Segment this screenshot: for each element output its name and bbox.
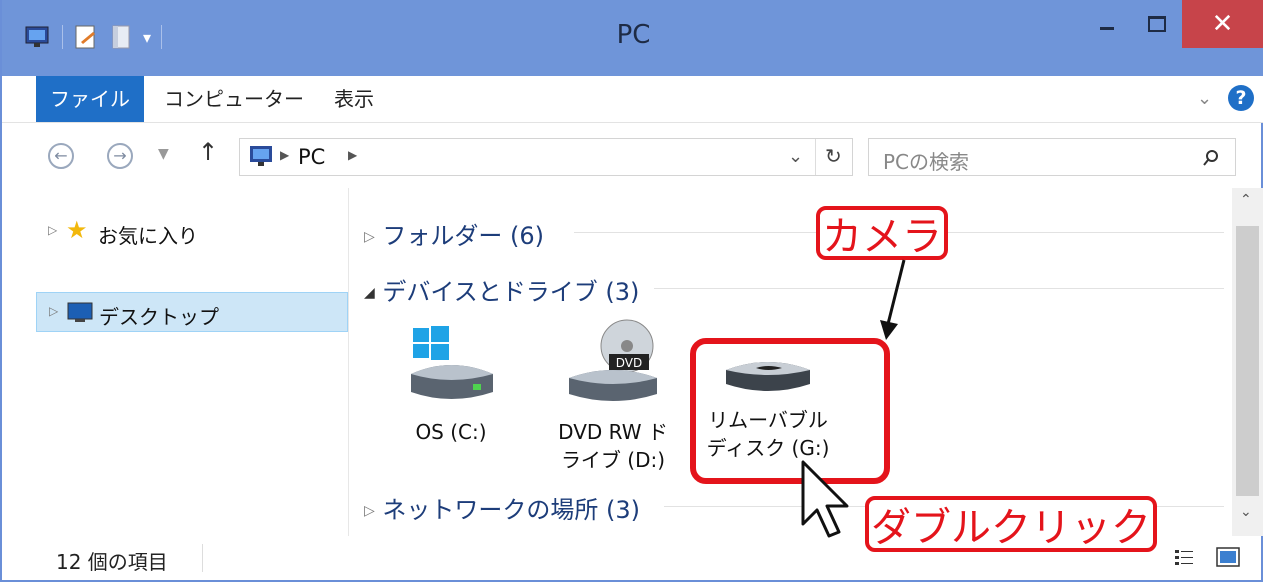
expand-arrow-icon: ▷ <box>364 229 375 245</box>
scroll-up-icon[interactable]: ⌃ <box>1240 192 1252 208</box>
tab-file[interactable]: ファイル <box>36 76 144 122</box>
double-click-annotation: ダブルクリック <box>865 496 1157 552</box>
address-divider <box>815 139 816 175</box>
minimize-icon <box>1100 26 1114 30</box>
drive-d[interactable]: DVD DVD RW ド ライブ (D:) <box>548 318 678 474</box>
close-button[interactable]: ✕ <box>1182 0 1263 48</box>
minimize-button[interactable] <box>1082 0 1132 48</box>
breadcrumb-pc[interactable]: PC <box>298 145 325 169</box>
expand-arrow-icon: ▷ <box>364 503 375 519</box>
nav-item-desktop[interactable]: ▷ デスクトップ <box>36 292 348 332</box>
nav-item-label: デスクトップ <box>99 305 219 329</box>
computer-icon <box>250 146 272 166</box>
nav-item-label: お気に入り <box>98 224 198 248</box>
group-label: ネットワークの場所 (3) <box>382 496 641 524</box>
nav-item-favorites[interactable]: ▷ ★ お気に入り <box>36 212 348 252</box>
removable-disk-highlight <box>690 338 890 484</box>
breadcrumb-chevron-icon[interactable]: ▶ <box>348 148 357 162</box>
search-box[interactable]: PCの検索 <box>868 138 1236 176</box>
navigation-bar: ← → ▼ ↑ ▶ PC ▶ ⌄ ↻ PCの検索 <box>2 122 1263 188</box>
navigation-pane: ▷ ★ お気に入り ▷ デスクトップ <box>36 188 349 536</box>
maximize-icon <box>1148 16 1166 32</box>
explorer-window: ▾ PC ✕ ファイル コンピューター 表示 ⌄ ? ← → ▼ ↑ ▶ PC … <box>0 0 1263 582</box>
ribbon: ファイル コンピューター 表示 ⌄ ? <box>2 76 1263 123</box>
up-button[interactable]: ↑ <box>198 138 218 166</box>
address-bar[interactable]: ▶ PC ▶ ⌄ ↻ <box>239 138 853 176</box>
group-label: フォルダー (6) <box>382 222 545 250</box>
large-icons-view-icon[interactable] <box>1216 547 1240 569</box>
drive-c[interactable]: OS (C:) <box>386 326 516 446</box>
recent-locations-icon[interactable]: ▼ <box>158 146 169 162</box>
tab-view[interactable]: 表示 <box>318 76 390 122</box>
search-icon[interactable] <box>1202 149 1220 167</box>
group-devices[interactable]: ◢ デバイスとドライブ (3) <box>364 272 1224 307</box>
expand-ribbon-icon[interactable]: ⌄ <box>1197 88 1212 109</box>
refresh-icon[interactable]: ↻ <box>825 144 842 168</box>
forward-button[interactable]: → <box>107 143 133 169</box>
window-title: PC <box>616 20 651 50</box>
details-view-icon[interactable] <box>1174 548 1194 568</box>
group-label: デバイスとドライブ (3) <box>382 278 640 306</box>
scroll-thumb[interactable] <box>1236 226 1259 496</box>
drive-label: OS (C:) <box>415 420 487 444</box>
vertical-scrollbar[interactable]: ⌃ ⌄ <box>1232 188 1263 536</box>
drive-label-line1: DVD RW ド <box>558 420 668 444</box>
search-input[interactable]: PCの検索 <box>883 146 969 175</box>
breadcrumb-chevron-icon[interactable]: ▶ <box>280 148 289 162</box>
mouse-cursor-icon <box>801 460 849 538</box>
scroll-down-icon[interactable]: ⌄ <box>1240 504 1252 520</box>
tab-computer[interactable]: コンピューター <box>148 76 320 122</box>
star-icon: ★ <box>66 216 88 244</box>
drive-label-line2: ライブ (D:) <box>560 448 666 472</box>
close-icon: ✕ <box>1211 9 1234 39</box>
camera-annotation: カメラ <box>816 206 948 260</box>
dvd-drive-icon: DVD <box>569 319 657 401</box>
group-folders[interactable]: ▷ フォルダー (6) <box>364 216 1224 251</box>
item-count: 12 個の項目 <box>56 550 168 574</box>
dvd-badge: DVD <box>616 356 642 370</box>
desktop-icon <box>67 302 93 322</box>
expand-arrow-icon[interactable]: ▷ <box>48 223 57 237</box>
help-button[interactable]: ? <box>1228 85 1254 111</box>
maximize-button[interactable] <box>1132 0 1182 48</box>
expand-arrow-icon[interactable]: ▷ <box>49 304 58 318</box>
annotation-arrow-icon <box>880 259 906 340</box>
windows-drive-icon <box>411 326 493 399</box>
collapse-arrow-icon: ◢ <box>364 285 375 301</box>
back-button[interactable]: ← <box>48 143 74 169</box>
status-divider <box>202 544 203 572</box>
title-bar[interactable]: ▾ PC ✕ <box>2 0 1263 76</box>
group-divider <box>654 288 1224 289</box>
address-history-icon[interactable]: ⌄ <box>788 146 803 167</box>
